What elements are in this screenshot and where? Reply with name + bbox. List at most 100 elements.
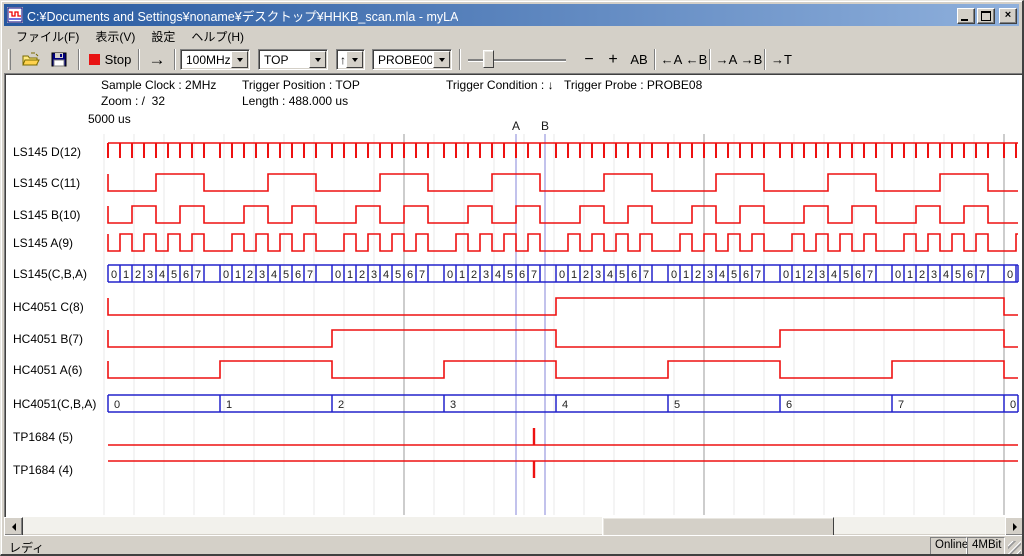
zoom-slider-thumb[interactable] <box>483 50 494 68</box>
svg-text:5: 5 <box>395 269 401 281</box>
svg-text:5: 5 <box>955 269 961 281</box>
svg-text:1: 1 <box>907 269 913 281</box>
arrow-right-icon <box>1013 523 1017 531</box>
svg-text:6: 6 <box>631 269 637 281</box>
svg-text:1: 1 <box>459 269 465 281</box>
probe-select[interactable]: PROBE00 <box>372 49 452 70</box>
ab-button[interactable]: AB <box>626 48 652 71</box>
goto-a-left-label: ←A <box>661 52 683 67</box>
svg-text:6: 6 <box>295 269 301 281</box>
toolbar-separator <box>709 49 711 70</box>
maximize-button[interactable] <box>977 8 995 24</box>
save-floppy-icon <box>50 52 68 67</box>
app-icon <box>7 7 23 23</box>
svg-text:5: 5 <box>674 399 680 411</box>
svg-text:3: 3 <box>450 399 456 411</box>
svg-text:3: 3 <box>707 269 713 281</box>
svg-text:7: 7 <box>531 269 537 281</box>
scrollbar-thumb[interactable] <box>602 517 834 536</box>
svg-text:6: 6 <box>407 269 413 281</box>
svg-text:2: 2 <box>135 269 141 281</box>
svg-text:4: 4 <box>495 269 501 281</box>
open-file-button[interactable] <box>18 48 44 71</box>
svg-text:7: 7 <box>867 269 873 281</box>
svg-text:6: 6 <box>786 399 792 411</box>
goto-b-left-button[interactable]: ←B <box>684 48 709 71</box>
probe-select-dropdown[interactable] <box>433 51 450 68</box>
svg-text:1: 1 <box>123 269 129 281</box>
clock-select-dropdown[interactable] <box>231 51 248 68</box>
zoom-in-button[interactable]: + <box>602 48 624 71</box>
toolbar-separator <box>78 49 80 70</box>
svg-text:6: 6 <box>183 269 189 281</box>
goto-a-right-label: →A <box>716 52 738 67</box>
svg-text:6: 6 <box>855 269 861 281</box>
trigger-position-value: TOP <box>259 50 308 69</box>
toolbar-separator <box>138 49 140 70</box>
zoom-out-button[interactable]: − <box>578 48 600 71</box>
trigger-position-select[interactable]: TOP <box>258 49 328 70</box>
svg-text:0: 0 <box>783 269 789 281</box>
open-folder-icon <box>22 52 40 67</box>
menu-item-0[interactable]: ファイル(F) <box>8 26 87 47</box>
menu-item-3[interactable]: ヘルプ(H) <box>183 26 252 47</box>
probe-select-value: PROBE00 <box>373 50 432 69</box>
svg-text:2: 2 <box>359 269 365 281</box>
chevron-down-icon <box>237 58 243 62</box>
run-button[interactable]: → <box>144 48 170 71</box>
toolbar: Stop → 100MHz TOP ↑ PROBE00 − + AB <box>4 46 1019 74</box>
resize-grip[interactable] <box>1008 541 1021 554</box>
toolbar-separator <box>459 49 461 70</box>
svg-text:3: 3 <box>595 269 601 281</box>
close-button[interactable]: × <box>999 8 1017 24</box>
title-bar[interactable]: C:¥Documents and Settings¥noname¥デスクトップ¥… <box>4 4 1019 26</box>
svg-text:4: 4 <box>159 269 165 281</box>
minimize-button[interactable] <box>957 8 975 24</box>
goto-a-left-button[interactable]: ←A <box>659 48 684 71</box>
zoom-in-label: + <box>608 51 617 69</box>
svg-text:2: 2 <box>695 269 701 281</box>
menu-item-2[interactable]: 設定 <box>143 26 183 47</box>
app-window: C:¥Documents and Settings¥noname¥デスクトップ¥… <box>0 0 1024 556</box>
svg-text:7: 7 <box>307 269 313 281</box>
scroll-left-button[interactable] <box>4 517 23 536</box>
chevron-down-icon <box>315 58 321 62</box>
trigger-edge-select[interactable]: ↑ <box>336 49 365 70</box>
menu-item-1[interactable]: 表示(V) <box>87 26 143 47</box>
svg-text:7: 7 <box>979 269 985 281</box>
goto-a-right-button[interactable]: →A <box>714 48 739 71</box>
horizontal-scrollbar[interactable] <box>4 517 1022 534</box>
svg-text:6: 6 <box>743 269 749 281</box>
toolbar-grip <box>8 49 11 70</box>
svg-text:4: 4 <box>831 269 837 281</box>
svg-text:3: 3 <box>259 269 265 281</box>
svg-text:4: 4 <box>943 269 949 281</box>
clock-select[interactable]: 100MHz <box>180 49 250 70</box>
toolbar-separator <box>764 49 766 70</box>
goto-b-right-button[interactable]: →B <box>739 48 764 71</box>
svg-text:3: 3 <box>147 269 153 281</box>
svg-text:5: 5 <box>283 269 289 281</box>
ab-label: AB <box>630 52 647 67</box>
svg-text:2: 2 <box>807 269 813 281</box>
stop-label: Stop <box>105 52 132 67</box>
trigger-edge-dropdown[interactable] <box>346 51 363 68</box>
svg-text:4: 4 <box>719 269 725 281</box>
run-arrow-icon: → <box>149 50 166 70</box>
svg-text:3: 3 <box>371 269 377 281</box>
svg-text:3: 3 <box>819 269 825 281</box>
svg-text:0: 0 <box>447 269 453 281</box>
goto-trigger-button[interactable]: →T <box>769 48 794 71</box>
scroll-right-button[interactable] <box>1005 517 1024 536</box>
trigger-position-dropdown[interactable] <box>309 51 326 68</box>
stop-button[interactable]: Stop <box>84 48 136 71</box>
svg-text:0: 0 <box>559 269 565 281</box>
save-button[interactable] <box>46 48 72 71</box>
svg-text:0: 0 <box>114 399 120 411</box>
zoom-slider[interactable] <box>466 49 568 70</box>
svg-text:1: 1 <box>795 269 801 281</box>
close-icon: × <box>1005 9 1011 21</box>
svg-text:0: 0 <box>1007 269 1013 281</box>
window-title: C:¥Documents and Settings¥noname¥デスクトップ¥… <box>27 6 458 25</box>
status-online-badge: Online <box>930 537 967 556</box>
